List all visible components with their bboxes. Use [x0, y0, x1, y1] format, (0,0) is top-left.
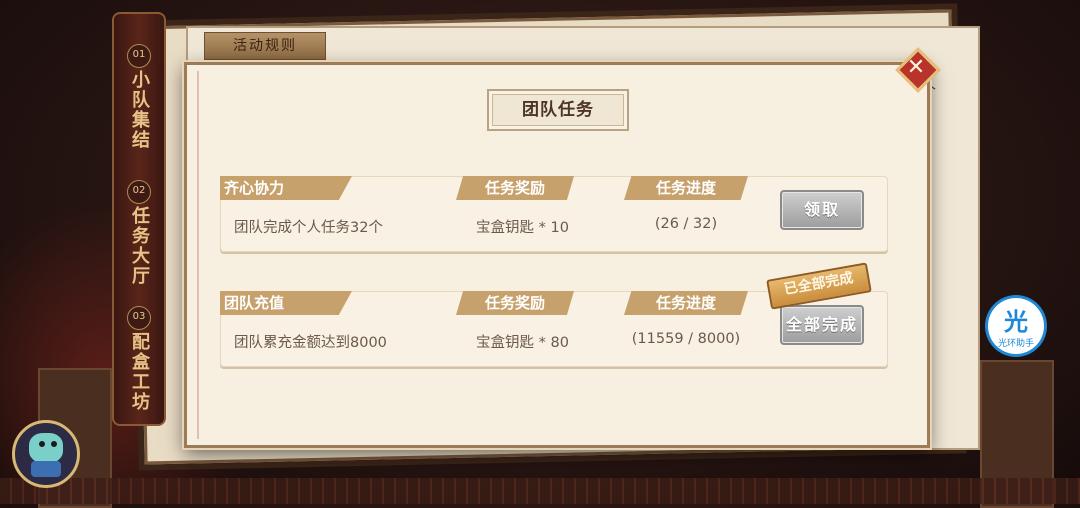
panel-title: 团队任务 [487, 89, 629, 131]
task-reward-header: 任务奖励 [456, 176, 574, 200]
task-card-teamwork: 齐心协力 任务奖励 任务进度 团队完成个人任务32个 宝盒钥匙 * 10 (26… [220, 176, 888, 252]
side-nav: 01 小队集结 02 任务大厅 03 配盒工坊 [112, 12, 166, 426]
nav-item-task-hall[interactable]: 02 任务大厅 [118, 180, 160, 286]
task-name-header: 团队充值 [220, 291, 352, 315]
close-button[interactable]: ✕ [895, 47, 941, 93]
task-reward: 宝盒钥匙 * 10 [476, 220, 569, 236]
nav-number: 03 [127, 306, 151, 330]
nav-item-box-workshop[interactable]: 03 配盒工坊 [118, 306, 160, 412]
halo-helper-label: 光环助手 [997, 339, 1034, 349]
halo-helper-button[interactable]: 光 光环助手 [988, 298, 1044, 354]
nav-number: 01 [127, 44, 151, 68]
task-reward: 宝盒钥匙 * 80 [476, 335, 569, 351]
dinosaur-avatar-icon [29, 433, 63, 463]
task-progress-header: 任务进度 [624, 291, 748, 315]
background-railing [0, 478, 1080, 504]
claim-button[interactable]: 领取 [780, 190, 864, 230]
activity-rules-tab[interactable]: 活动规则 [204, 32, 326, 60]
halo-helper-icon: 光 [1004, 308, 1028, 336]
player-avatar[interactable] [12, 420, 80, 488]
all-complete-button[interactable]: 全部完成 [780, 305, 864, 345]
task-description: 团队累充金额达到8000 [234, 335, 387, 351]
nav-label: 配盒工坊 [129, 332, 150, 412]
nav-label: 任务大厅 [129, 206, 150, 286]
nav-item-team-gather[interactable]: 01 小队集结 [118, 44, 160, 150]
close-icon: ✕ [906, 55, 926, 80]
task-reward-header: 任务奖励 [456, 291, 574, 315]
nav-label: 小队集结 [129, 70, 150, 150]
team-task-panel: 团队任务 [184, 62, 930, 448]
nav-number: 02 [127, 180, 151, 204]
avatar-eye [39, 441, 45, 447]
task-progress: (26 / 32) [654, 216, 718, 232]
avatar-body [31, 461, 61, 477]
task-description: 团队完成个人任务32个 [234, 220, 383, 236]
task-name-header: 齐心协力 [220, 176, 352, 200]
avatar-eye [51, 441, 57, 447]
task-progress: (11559 / 8000) [631, 331, 741, 347]
task-progress-header: 任务进度 [624, 176, 748, 200]
task-card-team-recharge: 团队充值 任务奖励 任务进度 团队累充金额达到8000 宝盒钥匙 * 80 (1… [220, 262, 888, 367]
